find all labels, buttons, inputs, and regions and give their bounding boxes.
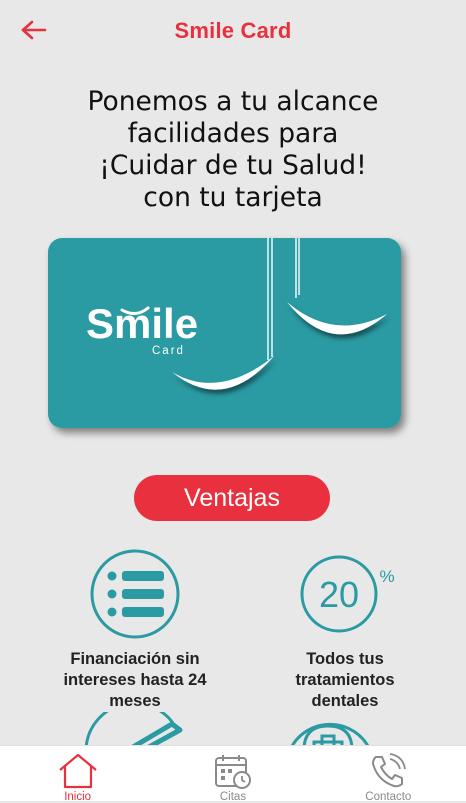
feature-tratamientos: 20 % Todos tus tratamientos dentales (250, 549, 440, 712)
page-title: Smile Card (174, 18, 292, 43)
phone-icon (372, 753, 407, 788)
tab-contacto[interactable]: Contacto (311, 746, 466, 803)
feature-text-line: tratamientos (295, 671, 395, 689)
ventajas-button[interactable]: Ventajas (134, 475, 330, 521)
list-icon (90, 549, 180, 639)
intro-text: Ponemos a tu alcance facilidades para ¡C… (0, 86, 466, 214)
tab-label: Contacto (365, 791, 412, 803)
app-header: Smile Card (0, 0, 466, 62)
card-brand: Smile (86, 300, 198, 347)
feature-financiacion: Financiación sin intereses hasta 24 mese… (40, 549, 230, 712)
bottom-tab-bar: Inicio Citas Contacto (0, 745, 466, 803)
tab-label: Citas (219, 791, 247, 803)
percent-20-icon: 20 % (300, 555, 395, 633)
feature-text-line: intereses hasta 24 (63, 671, 207, 689)
intro-line: con tu tarjeta (143, 182, 323, 213)
feature-text-line: Todos tus (306, 650, 384, 668)
calendar-clock-icon (214, 755, 251, 789)
feature-text-line: dentales (311, 692, 379, 710)
arrow-left-icon (21, 20, 47, 40)
percent-symbol: % (379, 567, 394, 586)
feature-text-line: Financiación sin (70, 650, 200, 668)
tab-label: Inicio (64, 791, 92, 803)
intro-line: ¡Cuidar de tu Salud! (99, 150, 367, 181)
tab-inicio[interactable]: Inicio (0, 746, 155, 803)
back-button[interactable] (18, 16, 50, 44)
card-sub: Card (152, 345, 185, 357)
smile-card-image: Smile Card (44, 232, 414, 442)
feature-text-line: meses (109, 692, 161, 710)
intro-line: facilidades para (127, 118, 339, 149)
percent-number: 20 (319, 574, 359, 615)
home-icon (58, 753, 97, 789)
intro-line: Ponemos a tu alcance (87, 86, 379, 117)
tab-citas[interactable]: Citas (155, 746, 310, 803)
